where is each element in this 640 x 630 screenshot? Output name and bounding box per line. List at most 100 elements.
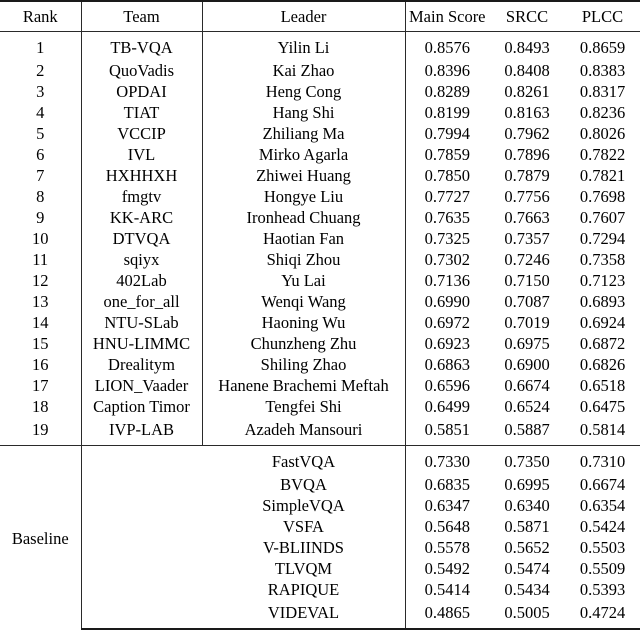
cell-team: LION_Vaader [81,376,203,397]
cell-main: 0.7302 [424,250,470,270]
cell-rank: 7 [0,166,82,187]
cell-rank: 13 [0,292,82,313]
cell-team: KK-ARC [81,208,203,229]
cell-plcc: 0.6674 [579,475,626,495]
cell-leader: Heng Cong [202,82,406,103]
cell-plcc: 0.6893 [579,292,626,312]
cell-plcc: 0.5393 [579,580,626,600]
cell-srcc: 0.6340 [504,496,550,516]
cell-main: 0.7136 [424,271,470,291]
cell-srcc: 0.5434 [504,580,550,600]
cell-srcc: 0.8493 [504,38,550,58]
cell-main: 0.6863 [424,355,470,375]
cell-leader: Azadeh Mansouri [202,418,406,446]
baseline-label: Baseline [0,445,82,629]
cell-srcc: 0.5474 [504,559,550,579]
cell-rank: 14 [0,313,82,334]
cell-team: DTVQA [81,229,203,250]
cell-leader: Yu Lai [202,271,406,292]
column-header-plcc: PLCC [565,0,640,32]
cell-plcc: 0.6518 [579,376,626,396]
cell-main: 0.5851 [405,418,489,446]
cell-plcc: 0.6826 [579,355,626,375]
table-row: 10 DTVQA Haotian Fan 0.7325 0.7357 0.7294 [0,229,640,250]
cell-srcc: 0.7019 [504,313,550,333]
cell-main: 0.5414 [424,580,470,600]
cell-plcc: 0.5509 [579,559,626,579]
cell-srcc: 0.7246 [504,250,550,270]
cell-srcc: 0.5871 [504,517,550,537]
cell-team: HXHHXH [81,166,203,187]
table-row: 7 HXHHXH Zhiwei Huang 0.7850 0.7879 0.7821 [0,166,640,187]
cell-leader: Mirko Agarla [202,145,406,166]
cell-team: TIAT [81,103,203,124]
cell-plcc: 0.5424 [579,517,626,537]
baseline-row: SimpleVQA 0.6347 0.6340 0.6354 [0,496,640,517]
cell-srcc: 0.7756 [504,187,550,207]
baseline-row: Baseline FastVQA 0.7330 0.7350 0.7310 [0,445,640,629]
cell-team: QuoVadis [81,61,203,82]
table-row: 19 IVP-LAB Azadeh Mansouri 0.5851 0.5887 0.58… [0,418,640,446]
cell-main: 0.7850 [424,166,470,186]
table-row: 14 NTU-SLab Haoning Wu 0.6972 0.7019 0.6924 [0,313,640,334]
table-row: 1 TB-VQA Yilin Li 0.8576 0.8493 0.8659 [0,31,640,61]
cell-team: NTU-SLab [81,313,203,334]
cell-srcc: 0.5652 [504,538,550,558]
cell-baseline-method: V-BLIINDS [81,538,406,559]
cell-leader: Yilin Li [202,31,406,61]
leaderboard-table: Rank Team Leader Main Score SRCC PLCC 1 TB-VQA Y… [0,0,640,630]
table-row: 4 TIAT Hang Shi 0.8199 0.8163 0.8236 [0,103,640,124]
table-row: 18 Caption Timor Tengfei Shi 0.6499 0.6524 0.… [0,397,640,418]
cell-plcc: 0.6354 [579,496,626,516]
cell-rank: 4 [0,103,82,124]
table-row: 11 sqiyx Shiqi Zhou 0.7302 0.7246 0.7358 [0,250,640,271]
cell-leader: Hang Shi [202,103,406,124]
cell-rank: 1 [0,31,82,61]
table-row: 17 LION_Vaader Hanene Brachemi Meftah 0.659… [0,376,640,397]
cell-team: sqiyx [81,250,203,271]
cell-plcc: 0.5503 [579,538,626,558]
cell-plcc: 0.8383 [579,61,626,81]
leaderboard-table-body: Rank Team Leader Main Score SRCC PLCC 1 TB-VQA Y… [0,0,640,630]
baseline-row: VIDEVAL 0.4865 0.5005 0.4724 [0,601,640,630]
cell-team: OPDAI [81,82,203,103]
cell-team: fmgtv [81,187,203,208]
cell-rank: 17 [0,376,82,397]
cell-main: 0.8576 [424,38,470,58]
cell-main: 0.8396 [424,61,470,81]
cell-plcc: 0.7310 [579,452,626,472]
cell-baseline-method: SimpleVQA [81,496,406,517]
cell-main: 0.6835 [424,475,470,495]
baseline-row: V-BLIINDS 0.5578 0.5652 0.5503 [0,538,640,559]
cell-team: one_for_all [81,292,203,313]
cell-main: 0.7330 [424,452,470,472]
cell-leader: Wenqi Wang [202,292,406,313]
cell-plcc: 0.6924 [579,313,626,333]
cell-rank: 11 [0,250,82,271]
column-header-leader: Leader [202,0,406,32]
cell-team: Drealitym [81,355,203,376]
cell-rank: 5 [0,124,82,145]
cell-main: 0.7727 [424,187,470,207]
cell-team: Caption Timor [81,397,203,418]
cell-main: 0.5648 [424,517,470,537]
cell-team: IVL [81,145,203,166]
cell-rank: 9 [0,208,82,229]
column-header-rank: Rank [0,0,82,32]
cell-plcc: 0.7294 [579,229,626,249]
cell-plcc: 0.7698 [579,187,626,207]
cell-main: 0.6972 [424,313,470,333]
cell-team: VCCIP [81,124,203,145]
cell-rank: 8 [0,187,82,208]
table-row: 9 KK-ARC Ironhead Chuang 0.7635 0.7663 0.7607 [0,208,640,229]
cell-leader: Kai Zhao [202,61,406,82]
cell-leader: Ironhead Chuang [202,208,406,229]
cell-rank: 19 [0,418,82,446]
cell-rank: 6 [0,145,82,166]
table-row: 5 VCCIP Zhiliang Ma 0.7994 0.7962 0.8026 [0,124,640,145]
cell-srcc: 0.5887 [489,418,565,446]
cell-srcc: 0.7879 [504,166,550,186]
cell-rank: 3 [0,82,82,103]
cell-baseline-method: RAPIQUE [81,580,406,601]
cell-srcc: 0.8163 [504,103,550,123]
